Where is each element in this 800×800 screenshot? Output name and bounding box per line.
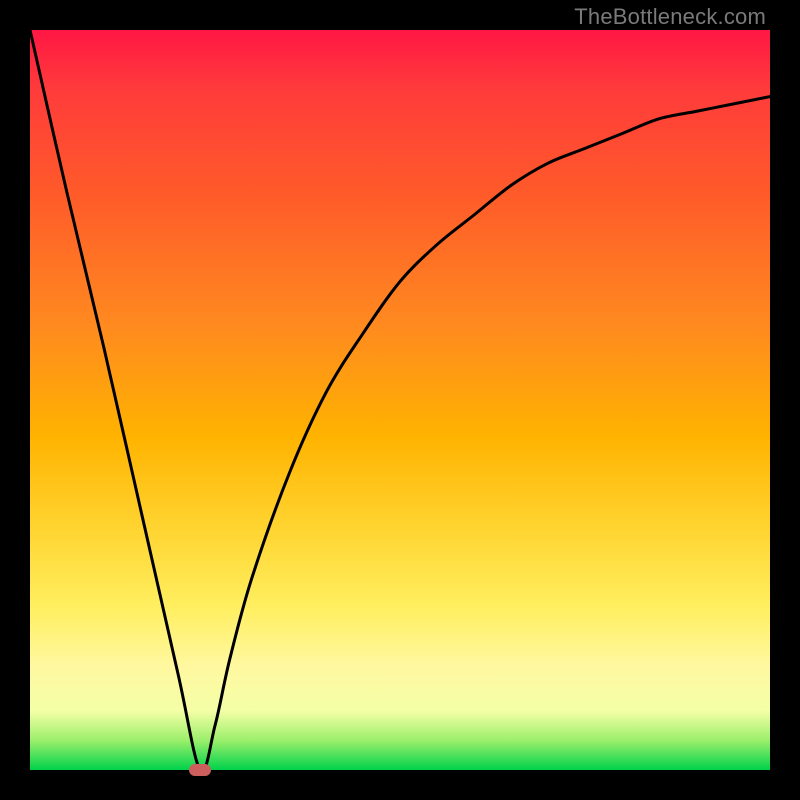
watermark-text: TheBottleneck.com [574,4,766,30]
curve-layer [30,30,770,770]
bottleneck-curve-path [30,30,770,770]
optimal-marker [189,764,211,776]
chart-frame: TheBottleneck.com [0,0,800,800]
plot-area [30,30,770,770]
